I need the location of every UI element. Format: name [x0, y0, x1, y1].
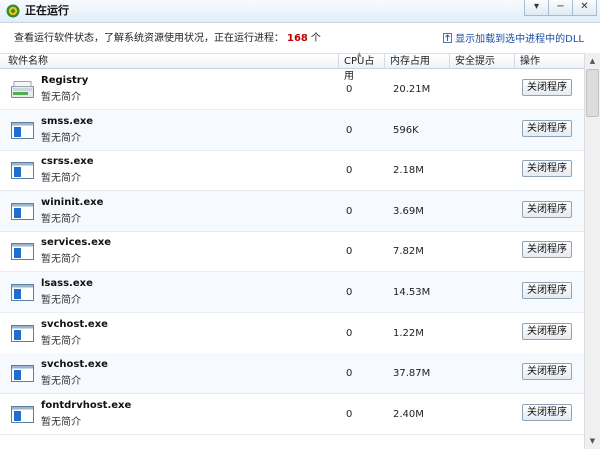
- window-app-icon: [11, 406, 34, 423]
- process-description: 暂无简介: [41, 254, 81, 265]
- close-program-button[interactable]: 关闭程序: [522, 201, 572, 218]
- title-bar: 正在运行 ▾ − ✕: [0, 0, 600, 23]
- close-program-button[interactable]: 关闭程序: [522, 323, 572, 340]
- process-row[interactable]: csrss.exe 暂无简介 0 2.18M 关闭程序: [0, 150, 584, 191]
- process-row[interactable]: wininit.exe 暂无简介 0 3.69M 关闭程序: [0, 191, 584, 232]
- process-name: lsass.exe: [41, 278, 93, 289]
- window-app-icon: [11, 325, 34, 342]
- process-name: wininit.exe: [41, 197, 104, 208]
- process-list: Registry 暂无简介 0 20.21M 关闭程序 smss.exe 暂无简介 0 596K…: [0, 69, 584, 449]
- column-header-name[interactable]: 软件名称: [3, 54, 338, 69]
- window-app-icon: [11, 122, 34, 139]
- process-name: Registry: [41, 75, 89, 86]
- cpu-usage: 0: [346, 409, 353, 420]
- process-row[interactable]: smss.exe 暂无简介 0 596K 关闭程序: [0, 110, 584, 151]
- column-header-action[interactable]: 操作: [514, 54, 584, 69]
- window-controls: ▾ − ✕: [524, 0, 597, 16]
- cpu-usage: 0: [346, 328, 353, 339]
- summary-suffix: 个: [310, 33, 321, 44]
- cpu-usage: 0: [346, 165, 353, 176]
- scroll-down-arrow-icon[interactable]: ▼: [585, 433, 600, 449]
- minimize-button[interactable]: −: [548, 0, 573, 16]
- registry-icon: [11, 81, 34, 98]
- window-title: 正在运行: [25, 4, 69, 17]
- process-description: 暂无简介: [41, 336, 81, 347]
- close-program-button[interactable]: 关闭程序: [522, 241, 572, 258]
- process-row[interactable]: Registry 暂无简介 0 20.21M 关闭程序: [0, 69, 584, 110]
- process-summary: 查看运行软件状态，了解系统资源使用状况，正在运行进程： 168 个: [14, 33, 321, 45]
- cpu-usage: 0: [346, 125, 353, 136]
- process-description: 暂无简介: [41, 417, 81, 428]
- sort-arrow-icon: ▲: [357, 51, 362, 58]
- column-header-security[interactable]: 安全提示: [449, 54, 514, 69]
- process-name: csrss.exe: [41, 156, 94, 167]
- menu-dropdown-button[interactable]: ▾: [524, 0, 549, 16]
- process-description: 暂无简介: [41, 133, 81, 144]
- column-header-memory[interactable]: 内存占用: [384, 54, 449, 69]
- cpu-usage: 0: [346, 287, 353, 298]
- process-row[interactable]: services.exe 暂无简介 0 7.82M 关闭程序: [0, 231, 584, 272]
- memory-usage: 2.18M: [393, 165, 424, 176]
- process-name: fontdrvhost.exe: [41, 400, 132, 411]
- window-app-icon: [11, 365, 34, 382]
- memory-usage: 3.69M: [393, 206, 424, 217]
- app-logo-icon: [6, 4, 20, 18]
- memory-usage: 7.82M: [393, 246, 424, 257]
- close-program-button[interactable]: 关闭程序: [522, 79, 572, 96]
- scroll-up-arrow-icon[interactable]: ▲: [585, 53, 600, 69]
- show-dll-link[interactable]: 显示加载到选中进程中的DLL: [443, 33, 584, 46]
- process-row[interactable]: svchost.exe 暂无简介 0 37.87M 关闭程序: [0, 353, 584, 394]
- table-header: 软件名称 ▲ CPU占用 内存占用 安全提示 操作: [0, 51, 584, 82]
- close-program-button[interactable]: 关闭程序: [522, 160, 572, 177]
- cpu-usage: 0: [346, 368, 353, 379]
- process-description: 暂无简介: [41, 376, 81, 387]
- summary-prefix: 查看运行软件状态，了解系统资源使用状况，正在运行进程：: [14, 33, 284, 44]
- close-program-button[interactable]: 关闭程序: [522, 120, 572, 137]
- window-app-icon: [11, 284, 34, 301]
- column-header-cpu[interactable]: ▲ CPU占用: [338, 51, 384, 82]
- memory-usage: 1.22M: [393, 328, 424, 339]
- process-row[interactable]: lsass.exe 暂无简介 0 14.53M 关闭程序: [0, 272, 584, 313]
- close-window-button[interactable]: ✕: [572, 0, 597, 16]
- process-description: 暂无简介: [41, 214, 81, 225]
- process-description: 暂无简介: [41, 173, 81, 184]
- memory-usage: 14.53M: [393, 287, 431, 298]
- close-program-button[interactable]: 关闭程序: [522, 404, 572, 421]
- info-bar: 查看运行软件状态，了解系统资源使用状况，正在运行进程： 168 个 显示加载到选中进…: [0, 23, 600, 53]
- memory-usage: 37.87M: [393, 368, 431, 379]
- process-name: smss.exe: [41, 116, 94, 127]
- cpu-usage: 0: [346, 246, 353, 257]
- process-description: 暂无简介: [41, 92, 81, 103]
- cpu-usage: 0: [346, 84, 353, 95]
- close-program-button[interactable]: 关闭程序: [522, 363, 572, 380]
- dll-list-icon: [443, 33, 453, 43]
- cpu-usage: 0: [346, 206, 353, 217]
- window-app-icon: [11, 203, 34, 220]
- process-description: 暂无简介: [41, 295, 81, 306]
- window-app-icon: [11, 162, 34, 179]
- scroll-thumb[interactable]: [586, 69, 599, 117]
- process-name: svchost.exe: [41, 319, 108, 330]
- memory-usage: 596K: [393, 125, 419, 136]
- process-count: 168: [287, 33, 308, 44]
- process-name: services.exe: [41, 237, 112, 248]
- window-app-icon: [11, 243, 34, 260]
- process-row[interactable]: fontdrvhost.exe 暂无简介 0 2.40M 关闭程序: [0, 394, 584, 435]
- close-program-button[interactable]: 关闭程序: [522, 282, 572, 299]
- memory-usage: 20.21M: [393, 84, 431, 95]
- process-row[interactable]: svchost.exe 暂无简介 0 1.22M 关闭程序: [0, 313, 584, 354]
- dll-link-label: 显示加载到选中进程中的DLL: [455, 34, 584, 45]
- process-name: svchost.exe: [41, 359, 108, 370]
- memory-usage: 2.40M: [393, 409, 424, 420]
- vertical-scrollbar[interactable]: ▲ ▼: [584, 53, 600, 449]
